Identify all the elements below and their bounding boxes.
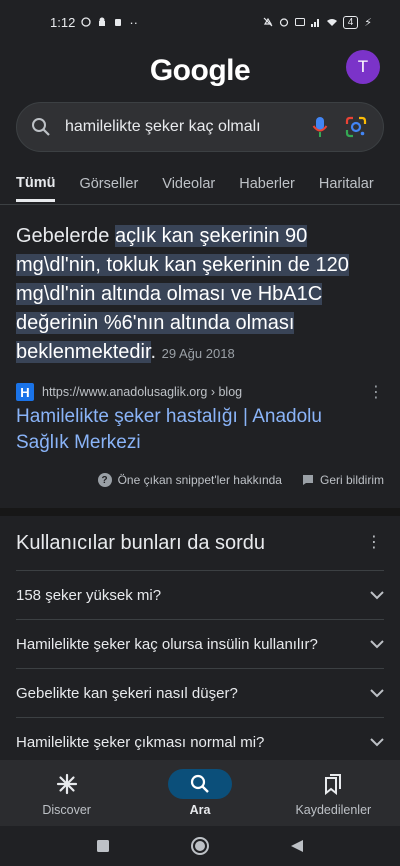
avatar[interactable]: T [346,50,380,84]
nav-discover-label: Discover [42,803,91,817]
paa-question[interactable]: 158 şeker yüksek mi? [16,570,384,619]
charging-icon: ⚡ [364,16,372,29]
chevron-down-icon [370,639,384,648]
wifi-icon [326,19,337,26]
signal-icon [310,19,319,27]
nav-saved-label: Kaydedilenler [295,803,372,817]
snippet-date: 29 Ağu 2018 [161,346,235,361]
featured-snippet: Gebelerde açlık kan şekerinin 90 mg\dl'n… [16,222,388,368]
about-snippets-label: Öne çıkan snippet'ler hakkında [117,473,282,487]
system-navigation-bar [0,826,400,866]
chevron-down-icon [370,688,384,697]
search-input[interactable]: hamilelikte şeker kaç olmalı [65,118,297,136]
nav-search[interactable]: Ara [140,769,260,817]
home-icon[interactable] [190,836,210,856]
google-logo: Google [149,54,251,87]
paa-question[interactable]: Hamilelikte şeker kaç olursa insülin kul… [16,619,384,668]
nav-search-label: Ara [189,803,211,817]
result-url[interactable]: https://www.anadolusaglik.org › blog [42,385,242,399]
search-tabs: Tümü Görseller Videolar Haberler Harital… [0,168,400,204]
bookmarks-icon [325,774,342,795]
tab-maps[interactable]: Haritalar [319,172,374,200]
snippet-prefix: Gebelerde [16,225,115,247]
snippet-feedback-row: ? Öne çıkan snippet'ler hakkında Geri bi… [0,473,400,487]
more-notifications-icon: ·· [129,14,138,30]
tabs-divider [0,204,400,205]
people-also-ask-title: Kullanıcılar bunları da sordu [16,532,266,554]
alarm-icon [279,18,288,27]
paa-question-text: Hamilelikte şeker çıkması normal mi? [16,733,265,751]
tab-all[interactable]: Tümü [16,171,56,202]
feedback-link[interactable]: Geri bildirim [302,473,384,487]
whatsapp-icon [81,17,91,27]
clock: 1:12 [50,14,76,30]
result-source[interactable]: H https://www.anadolusaglik.org › blog ⋮ [16,382,384,402]
recents-icon[interactable] [96,839,110,853]
chevron-down-icon [370,737,384,746]
paa-question[interactable]: Gebelikte kan şekeri nasıl düşer? [16,668,384,717]
help-icon: ? [97,473,112,487]
search-box[interactable]: hamilelikte şeker kaç olmalı [16,102,384,152]
tab-images[interactable]: Görseller [79,172,138,200]
paa-question-text: Gebelikte kan şekeri nasıl düşer? [16,684,238,702]
more-options-icon[interactable]: ⋮ [368,382,384,402]
chef-icon [99,17,106,26]
card-divider [0,508,400,516]
chevron-down-icon [370,590,384,599]
microphone-icon [312,117,328,137]
feedback-icon [302,475,313,485]
bottom-navigation: Discover Ara Kaydedilenler [0,760,400,826]
paa-question-text: 158 şeker yüksek mi? [16,586,162,604]
header: Google T [0,44,400,100]
tab-videos[interactable]: Videolar [162,172,215,200]
nav-saved[interactable]: Kaydedilenler [273,769,393,817]
feedback-label: Geri bildirim [319,473,384,487]
google-lens-button[interactable] [343,114,369,140]
mute-icon [263,17,273,27]
voice-search-button[interactable] [307,114,333,140]
search-icon [32,118,50,136]
nav-discover[interactable]: Discover [7,769,127,817]
lens-icon [345,116,367,138]
status-bar: 1:12 ·· 4 ⚡ [0,0,400,44]
about-snippets-link[interactable]: ? Öne çıkan snippet'ler hakkında [97,473,282,487]
notification-app-icon [115,19,122,26]
back-icon[interactable] [290,839,304,853]
result-title-link[interactable]: Hamilelikte şeker hastalığı | Anadolu Sa… [16,404,376,456]
site-favicon: H [16,383,34,401]
asterisk-icon [56,773,77,795]
tab-news[interactable]: Haberler [239,172,295,200]
snippet-suffix: . [150,341,162,363]
paa-question[interactable]: Hamilelikte şeker çıkması normal mi? [16,717,384,766]
people-also-ask-list: 158 şeker yüksek mi? Hamilelikte şeker k… [16,570,384,766]
paa-question-text: Hamilelikte şeker kaç olursa insülin kul… [16,635,318,653]
volte-icon [294,18,305,26]
battery-icon: 4 [342,15,359,29]
search-icon [190,774,209,793]
paa-more-options-icon[interactable]: ⋮ [366,532,382,552]
